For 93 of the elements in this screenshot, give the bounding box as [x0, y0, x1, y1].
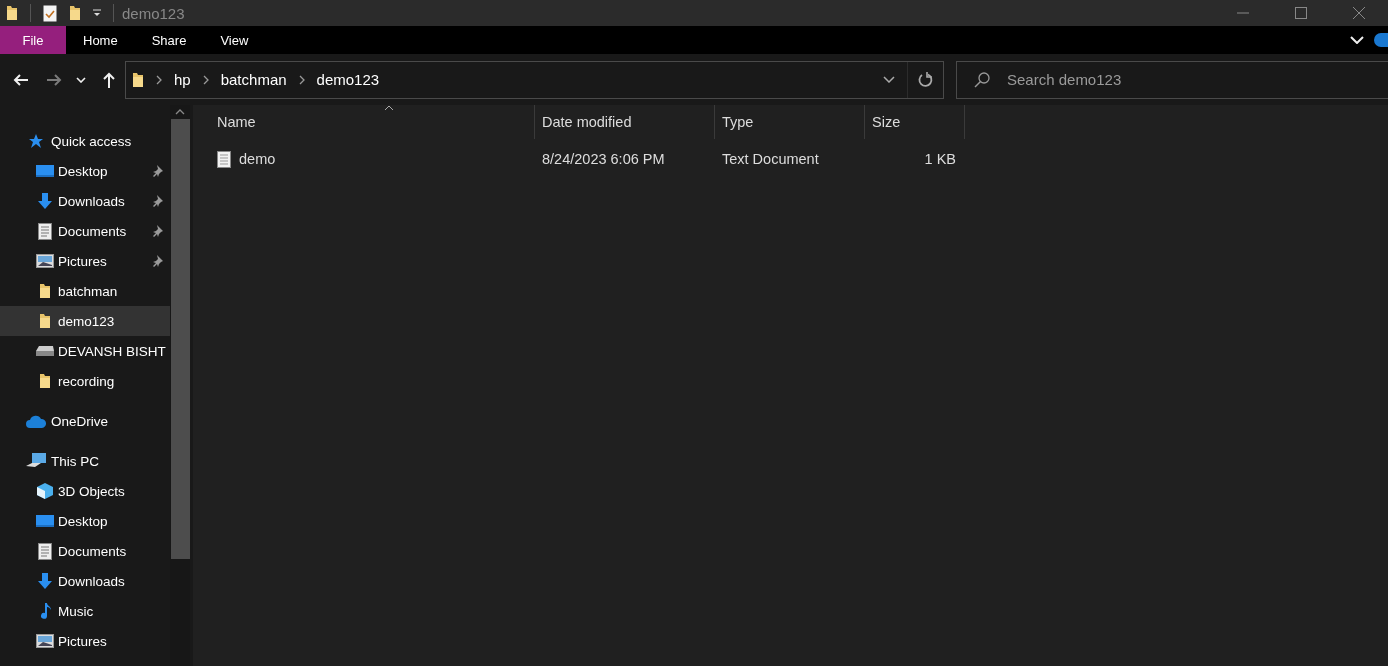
- selected-nav-item[interactable]: demo123: [0, 306, 170, 336]
- nav-item[interactable]: DEVANSH BISHT: [0, 336, 170, 366]
- nav-item-label: Quick access: [51, 133, 132, 149]
- nav-item-label: OneDrive: [51, 413, 109, 429]
- right-arrow-icon: [46, 73, 62, 86]
- nav-item[interactable]: Pictures: [0, 246, 170, 276]
- help-icon[interactable]: [1374, 33, 1388, 47]
- refresh-icon: [917, 71, 934, 88]
- nav-item[interactable]: Desktop: [0, 506, 170, 536]
- nav-item-label: Documents: [58, 223, 127, 239]
- star-icon: [28, 133, 44, 149]
- folder-icon: [39, 373, 51, 389]
- chevron-icon: [156, 74, 162, 85]
- column-header[interactable]: Date modified: [535, 105, 715, 139]
- computer-icon: [26, 453, 46, 469]
- date-cell: 8/24/2023 6:06 PM: [542, 151, 665, 167]
- up-arrow-icon: [103, 71, 115, 88]
- column-header[interactable]: Name: [210, 105, 535, 139]
- column-header[interactable]: Type: [715, 105, 865, 139]
- text-file-icon: [217, 150, 231, 168]
- nav-item-label: This PC: [51, 453, 99, 469]
- chevron-icon: [202, 74, 209, 85]
- nav-item-label: Downloads: [58, 573, 125, 589]
- cloud-icon: [26, 414, 46, 428]
- scrollbar-thumb[interactable]: [170, 119, 190, 559]
- nav-item-label: batchman: [58, 283, 118, 299]
- chevron-icon: [298, 74, 305, 85]
- download-icon: [37, 193, 53, 209]
- new-folder-icon: [69, 5, 81, 21]
- nav-item[interactable]: Downloads: [0, 566, 170, 596]
- nav-item[interactable]: Pictures: [0, 626, 170, 656]
- nav-item[interactable]: batchman: [0, 276, 170, 306]
- nav-item-label: Pictures: [58, 633, 107, 649]
- maximize-icon: [1295, 7, 1307, 19]
- nav-item-label: Pictures: [58, 253, 107, 269]
- nav-item-label: demo123: [58, 313, 115, 329]
- nav-item[interactable]: OneDrive: [0, 406, 170, 436]
- folder-icon: [6, 5, 18, 21]
- nav-item[interactable]: Desktop: [0, 156, 170, 186]
- caret-icon: [883, 76, 895, 83]
- search-icon: [974, 71, 990, 88]
- document-icon: [38, 222, 52, 240]
- nav-item[interactable]: This PC: [0, 446, 170, 476]
- nav-item[interactable]: Downloads: [0, 186, 170, 216]
- document-icon: [38, 542, 52, 560]
- breadcrumb[interactable]: hp: [174, 71, 191, 88]
- nav-item[interactable]: Music: [0, 596, 170, 626]
- type-cell: Text Document: [722, 151, 819, 167]
- picture-icon: [36, 254, 54, 268]
- folder-icon: [39, 313, 51, 329]
- nav-item-label: 3D Objects: [58, 483, 125, 499]
- close-icon: [1353, 7, 1365, 19]
- breadcrumb[interactable]: demo123: [316, 71, 380, 88]
- nav-item-label: Downloads: [58, 193, 125, 209]
- nav-item[interactable]: 3D Objects: [0, 476, 170, 506]
- size-cell: 1 KB: [924, 151, 956, 167]
- properties-icon[interactable]: [43, 4, 57, 22]
- nav-item-label: DEVANSH BISHT: [58, 343, 166, 359]
- window-title: demo123: [122, 4, 185, 22]
- ribbon-tab[interactable]: Share: [134, 26, 204, 54]
- folder-icon: [132, 71, 144, 88]
- nav-item-label: Desktop: [58, 513, 108, 529]
- folder-icon: [39, 283, 51, 299]
- expand-ribbon-icon[interactable]: [1350, 36, 1364, 44]
- breadcrumb[interactable]: batchman: [220, 71, 287, 88]
- monitor-icon: [36, 514, 54, 528]
- search-field[interactable]: Search demo123: [956, 60, 1388, 99]
- music-note-icon: [39, 602, 51, 620]
- address-bar[interactable]: hp batchman demo123: [125, 60, 944, 99]
- nav-item-label: Desktop: [58, 163, 108, 179]
- caret-icon: [76, 76, 86, 83]
- customize-toolbar-icon[interactable]: [93, 9, 101, 17]
- file-name[interactable]: demo: [239, 151, 276, 167]
- nav-item-label: Documents: [58, 543, 127, 559]
- column-header[interactable]: Size: [865, 105, 965, 139]
- ribbon-tab[interactable]: Home: [66, 26, 135, 54]
- monitor-icon: [36, 164, 54, 178]
- minimize-icon: [1237, 12, 1249, 14]
- cube-icon: [36, 482, 54, 500]
- nav-item-label: Music: [58, 603, 94, 619]
- nav-item[interactable]: Documents: [0, 536, 170, 566]
- drive-icon: [36, 345, 54, 357]
- nav-item[interactable]: Quick access: [0, 126, 170, 156]
- sort-up-icon: [384, 105, 394, 111]
- nav-item[interactable]: Documents: [0, 216, 170, 246]
- ribbon-tab[interactable]: View: [203, 26, 266, 54]
- file-tab[interactable]: File: [0, 26, 66, 54]
- nav-item[interactable]: recording: [0, 366, 170, 396]
- download-icon: [37, 573, 53, 589]
- nav-item-label: recording: [58, 373, 115, 389]
- picture-icon: [36, 634, 54, 648]
- scroll-up-icon[interactable]: [175, 109, 185, 115]
- left-arrow-icon: [13, 73, 29, 86]
